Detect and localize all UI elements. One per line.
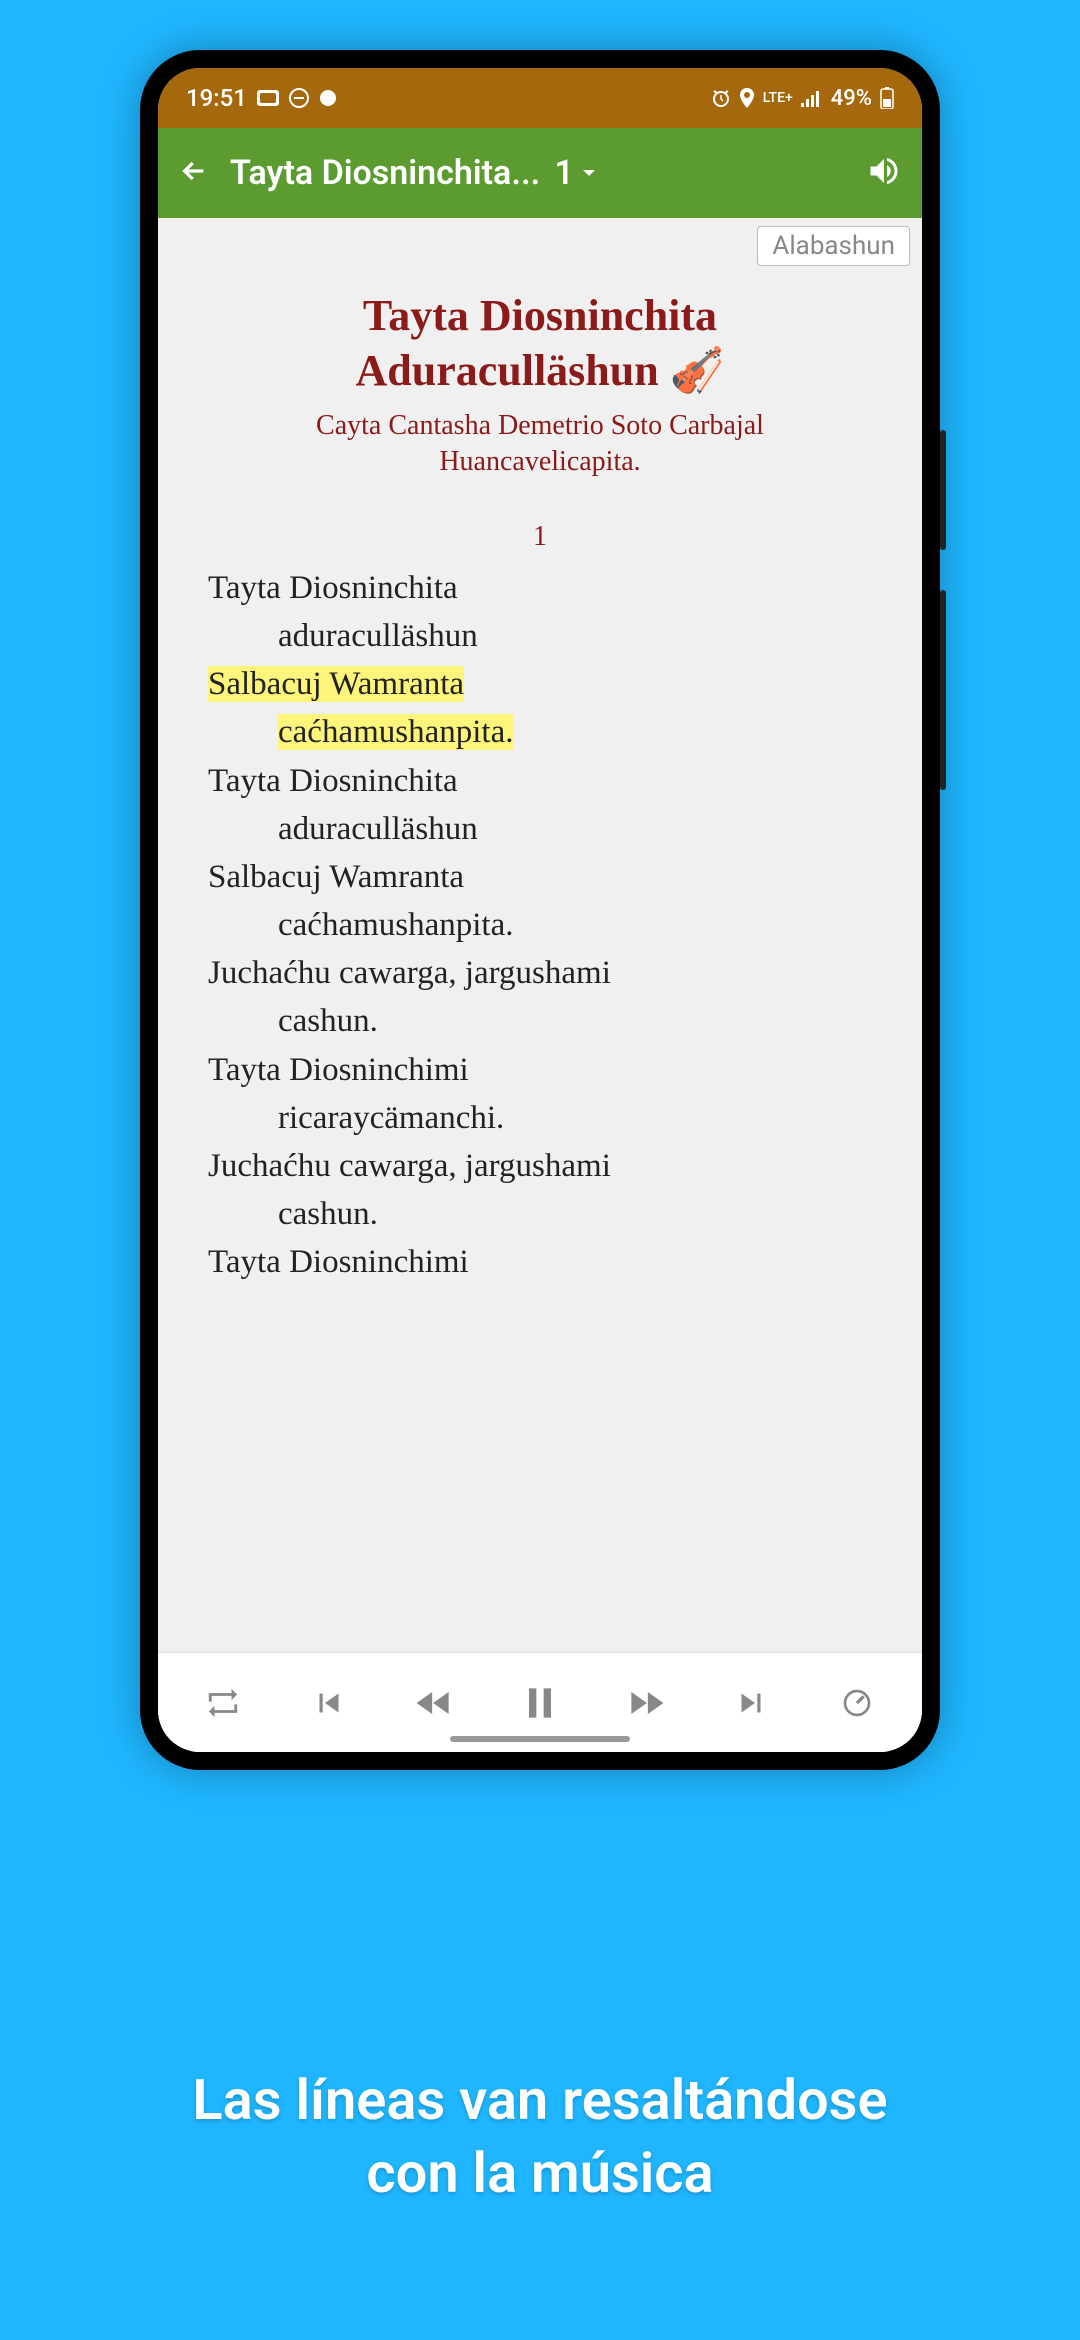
status-bar: 19:51 LTE+ [158,68,922,128]
chapter-number: 1 [554,153,573,193]
lyric-line[interactable]: cashun. [208,1191,872,1237]
phone-side-button [940,430,946,550]
status-time: 19:51 [186,84,247,112]
back-button[interactable] [178,155,210,191]
caption-line: Las líneas van resaltándose [192,2067,887,2133]
chapter-selector[interactable]: 1 [554,153,597,193]
subtitle-line: Cayta Cantasha Demetrio Soto Carbajal [316,410,764,441]
title-line: Tayta Diosninchita [363,291,717,340]
dot-icon [319,89,337,107]
lyric-line[interactable]: aduraculläshun [208,613,872,659]
lyric-line[interactable]: caćhamushanpita. [208,902,872,948]
lyric-line[interactable]: aduraculläshun [208,806,872,852]
lyric-line[interactable]: caćhamushanpita. [208,709,872,755]
lyric-line[interactable]: Tayta Diosninchimi [208,1047,872,1093]
lyric-line[interactable]: Tayta Diosninchita [208,758,872,804]
skip-previous-button[interactable] [299,1673,359,1733]
song-subtitle: Cayta Cantasha Demetrio Soto Carbajal Hu… [198,408,882,481]
lyric-line[interactable]: Tayta Diosninchimi [208,1239,872,1285]
song-title: Tayta Diosninchita Aduraculläshun 🎻 [198,288,882,398]
battery-percent: 49% [831,86,872,111]
title-line: Aduraculläshun [355,346,658,395]
caption-line: con la música [366,2140,713,2206]
app-bar: Tayta Diosninchita... 1 [158,128,922,218]
lyric-line[interactable]: Salbacuj Wamranta [208,661,872,707]
phone-screen: 19:51 LTE+ [158,68,922,1752]
subtitle-line: Huancavelicapita. [439,446,640,477]
highlighted-lyric: Salbacuj Wamranta [208,666,464,702]
rewind-button[interactable] [404,1673,464,1733]
status-left: 19:51 [186,84,337,112]
highlighted-lyric: caćhamushanpita. [278,714,513,750]
category-tag[interactable]: Alabashun [757,226,910,266]
skip-next-button[interactable] [721,1673,781,1733]
speed-button[interactable] [827,1673,887,1733]
app-title-text: Tayta Diosninchita... [230,153,540,193]
signal-icon [801,89,823,107]
minus-circle-icon [289,88,309,108]
lyric-line[interactable]: Juchaćhu cawarga, jargushami [208,1143,872,1189]
lyric-line[interactable]: ricaraycämanchi. [208,1095,872,1141]
location-icon [739,88,755,108]
repeat-button[interactable] [193,1673,253,1733]
notification-icon [257,90,279,106]
pause-button[interactable] [510,1673,570,1733]
verse-number: 1 [158,521,922,553]
phone-side-button [940,590,946,790]
app-title-area[interactable]: Tayta Diosninchita... 1 [230,153,846,193]
lyric-line[interactable]: Salbacuj Wamranta [208,854,872,900]
violin-icon: 🎻 [670,346,725,395]
fast-forward-button[interactable] [616,1673,676,1733]
volume-button[interactable] [866,153,902,193]
battery-icon [880,87,894,109]
alarm-icon [711,88,731,108]
lyrics-container: Tayta DiosninchitaaduraculläshunSalbacuj… [158,565,922,1286]
lyric-line[interactable]: Tayta Diosninchita [208,565,872,611]
lyric-line[interactable]: Juchaćhu cawarga, jargushami [208,950,872,996]
lyric-line[interactable]: cashun. [208,998,872,1044]
network-type: LTE+ [763,90,793,106]
phone-frame: 19:51 LTE+ [140,50,940,1770]
promo-caption: Las líneas van resaltándose con la músic… [0,2064,1080,2210]
content-area[interactable]: Alabashun Tayta Diosninchita Aduraculläs… [158,218,922,1652]
home-indicator[interactable] [450,1736,630,1742]
status-right: LTE+ 49% [711,86,894,111]
